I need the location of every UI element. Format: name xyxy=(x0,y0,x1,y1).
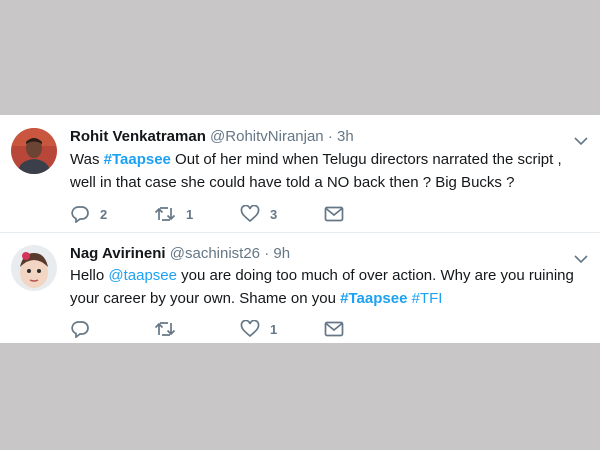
user-name[interactable]: Nag Avirineni xyxy=(70,245,166,262)
retweet-icon xyxy=(154,207,176,221)
timestamp[interactable]: 9h xyxy=(273,245,290,262)
caret-down-icon[interactable] xyxy=(574,251,588,264)
avatar[interactable] xyxy=(11,128,57,174)
tweet-header: Nag Avirineni @sachinist26 · 9h xyxy=(70,245,290,262)
hashtag-link[interactable]: #Taapsee xyxy=(340,290,407,307)
user-handle[interactable]: @RohitvNiranjan xyxy=(210,128,324,145)
tweet-text: Was #Taapsee Out of her mind when Telugu… xyxy=(70,148,590,194)
direct-message-icon xyxy=(324,206,344,222)
retweet-button[interactable]: 1 xyxy=(154,204,193,224)
separator-dot: · xyxy=(327,128,333,145)
like-icon xyxy=(240,205,260,223)
reply-icon xyxy=(71,321,89,338)
user-name[interactable]: Rohit Venkatraman xyxy=(70,128,206,145)
direct-message-button[interactable] xyxy=(324,204,344,224)
tweet[interactable]: Nag Avirineni @sachinist26 · 9h Hello @t… xyxy=(0,232,600,344)
reply-button[interactable]: 2 xyxy=(70,204,107,224)
tweet-text: Hello @taapsee you are doing too much of… xyxy=(70,264,590,310)
timestamp[interactable]: 3h xyxy=(337,128,354,145)
like-count: 3 xyxy=(270,206,278,222)
text-segment: Was xyxy=(70,151,104,168)
hashtag-link[interactable]: #TFI xyxy=(412,290,443,307)
reply-count: 2 xyxy=(100,206,108,222)
caret-down-icon[interactable] xyxy=(574,133,588,146)
avatar[interactable] xyxy=(11,245,57,291)
retweet-button[interactable] xyxy=(154,319,186,339)
tweet-actions: 1 xyxy=(70,319,370,339)
tweet-header: Rohit Venkatraman @RohitvNiranjan · 3h xyxy=(70,128,354,145)
tweet[interactable]: Rohit Venkatraman @RohitvNiranjan · 3h W… xyxy=(0,115,600,232)
direct-message-button[interactable] xyxy=(324,319,344,339)
mention-link[interactable]: @taapsee xyxy=(108,267,177,284)
reply-button[interactable] xyxy=(70,319,100,339)
retweet-icon xyxy=(154,322,176,336)
text-segment: Hello xyxy=(70,267,109,284)
like-count: 1 xyxy=(270,321,278,337)
separator-dot: · xyxy=(264,245,270,262)
like-icon xyxy=(240,320,260,338)
user-handle[interactable]: @sachinist26 xyxy=(170,245,260,262)
direct-message-icon xyxy=(324,321,344,337)
retweet-count: 1 xyxy=(186,206,194,222)
tweet-feed: Rohit Venkatraman @RohitvNiranjan · 3h W… xyxy=(0,115,600,343)
reply-icon xyxy=(71,206,89,223)
hashtag-link[interactable]: #Taapsee xyxy=(104,151,171,168)
tweet-actions: 2 1 3 xyxy=(70,204,370,224)
like-button[interactable]: 3 xyxy=(240,204,277,224)
like-button[interactable]: 1 xyxy=(240,319,277,339)
